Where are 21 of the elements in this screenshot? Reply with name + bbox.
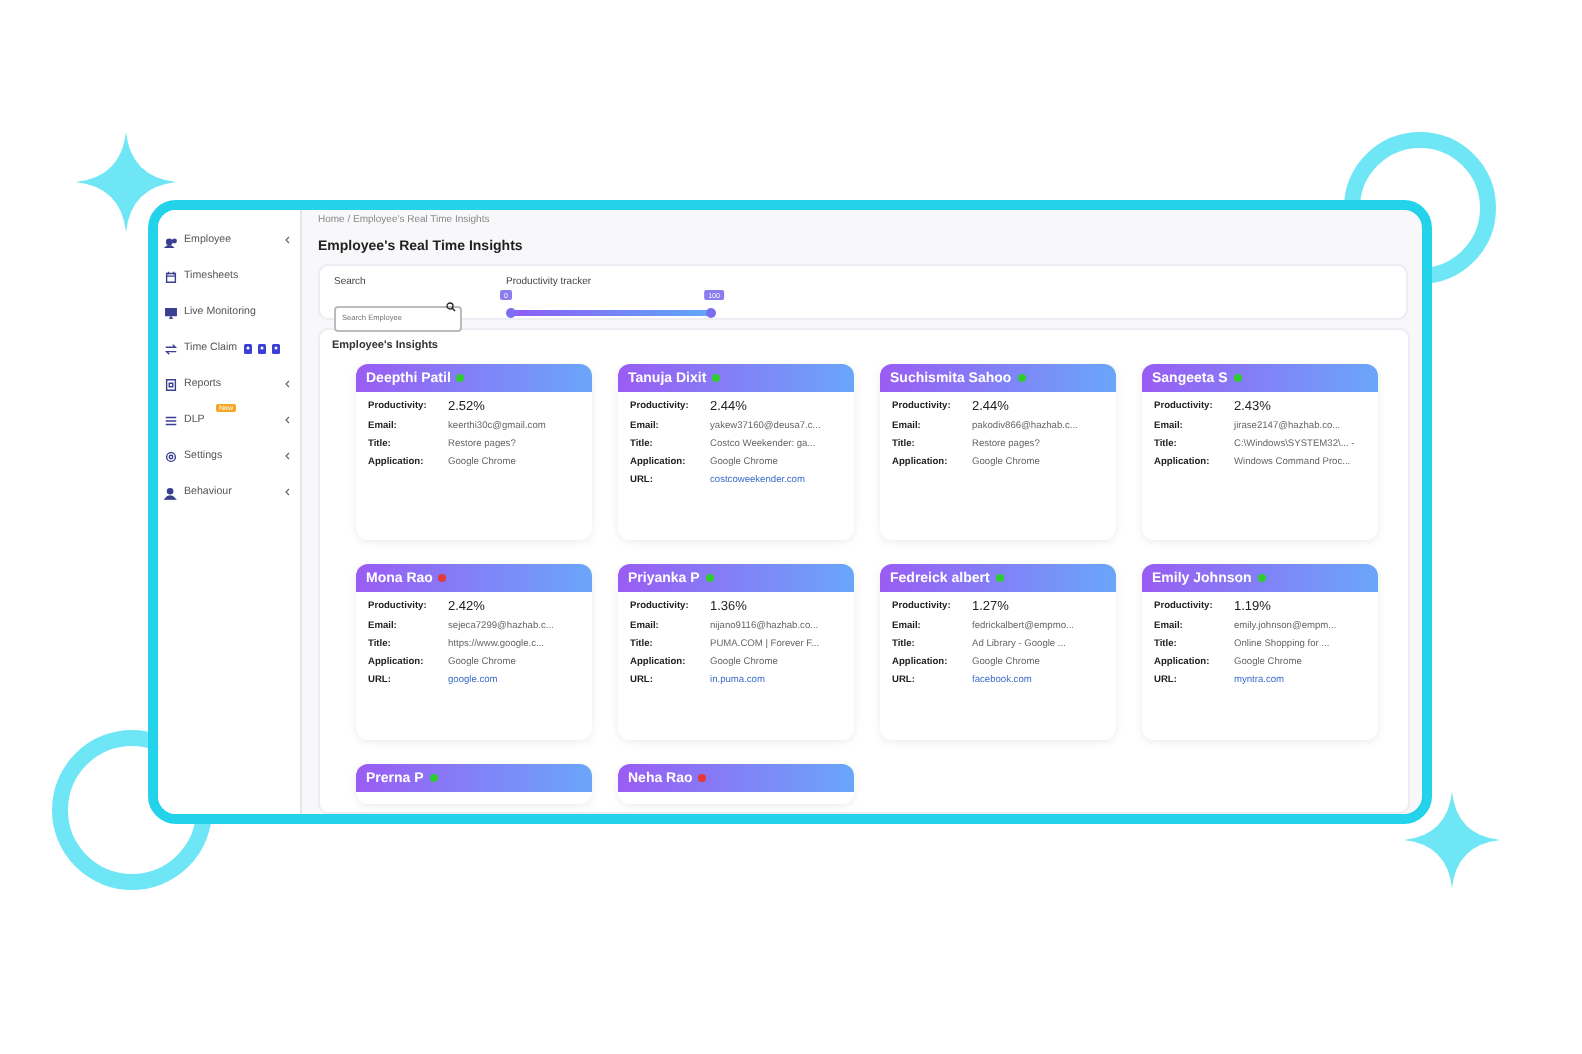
report-icon [164,377,178,391]
people-icon [164,233,178,247]
sparkle-icon [76,132,176,232]
person-icon [257,343,266,353]
slider-handle[interactable] [705,307,715,317]
search-icon [446,302,456,312]
slider-handle[interactable] [505,307,515,317]
monitor-icon [164,305,178,319]
chevron-icon [284,488,290,496]
chevron-icon [284,236,290,244]
sparkle-icon [1404,792,1500,888]
person-icon [164,485,178,499]
calendar-icon [164,269,178,283]
person-icon [271,343,280,353]
chevron-icon [284,416,290,424]
person-icon [243,343,252,353]
chevron-icon [284,452,290,460]
list-icon [164,413,178,427]
gear-icon [164,449,178,463]
chevron-icon [284,380,290,388]
arrows-icon [164,341,178,355]
